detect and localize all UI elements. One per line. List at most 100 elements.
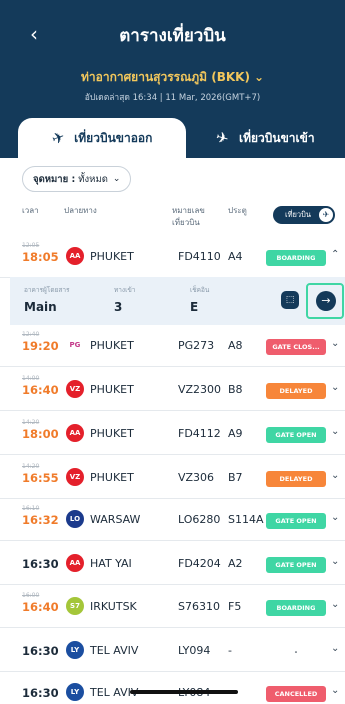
arrow-right-icon[interactable]: →: [316, 291, 336, 311]
checkin-label: เช็คอิน: [190, 286, 210, 294]
tab-arrivals[interactable]: ✈ เที่ยวบินขาเข้า: [186, 118, 345, 158]
status-badge: DELAYED: [266, 383, 326, 399]
chevron-down-icon[interactable]: ⌄: [331, 382, 339, 393]
scheduled-time: 12:40: [22, 331, 40, 338]
flight-row[interactable]: 12:05 18:05 AA PHUKET FD4110 A4 BOARDING ⌃: [0, 236, 345, 278]
destination: PHUKET: [90, 427, 134, 440]
flight-row[interactable]: 16:30 LY TEL AVIV LY094- - ⌄: [0, 630, 345, 672]
status-badge: GATE OPEN: [266, 513, 326, 529]
filter-value: ทั้งหมด: [78, 173, 108, 185]
col-gate: ประตู: [228, 206, 247, 215]
destination: HAT YAI: [90, 557, 132, 570]
entrance-value: 3: [114, 300, 123, 314]
scheduled-time: 12:05: [22, 242, 40, 249]
chevron-down-icon[interactable]: ⌄: [331, 685, 339, 696]
scheduled-time: 14:20: [22, 419, 40, 426]
flight-row[interactable]: 14:20 16:55 VZ PHUKET VZ306 B7 DELAYED ⌄: [0, 457, 345, 499]
entrance-label: ทางเข้า: [114, 286, 136, 294]
airline-logo-icon: S7: [66, 597, 84, 615]
flight-toggle[interactable]: เที่ยวบิน ✈: [273, 206, 335, 224]
terminal-value: Main: [24, 300, 57, 314]
scheduled-time: 14:00: [22, 375, 40, 382]
chevron-down-icon[interactable]: ⌄: [331, 643, 339, 654]
airline-logo-icon: VZ: [66, 380, 84, 398]
airline-logo-icon: AA: [66, 247, 84, 265]
plane-toggle-icon: ✈: [319, 208, 333, 222]
page-title: ตารางเที่ยวบิน: [119, 26, 226, 46]
chevron-down-icon[interactable]: ⌄: [331, 512, 339, 523]
flight-row[interactable]: 14:00 16:40 VZ PHUKET VZ2300 B8 DELAYED ⌄: [0, 369, 345, 411]
flight-row[interactable]: 16:00 16:40 S7 IRKUTSK S76310 F5 BOARDING ⌄: [0, 586, 345, 628]
flight-number: PG273: [178, 339, 215, 352]
scheduled-time: 16:00: [22, 592, 40, 599]
departure-plane-icon: ✈: [48, 127, 67, 149]
departure-time: 18:05: [22, 250, 59, 264]
tab-arrivals-label: เที่ยวบินขาเข้า: [238, 130, 315, 145]
flight-number: FD4204: [178, 557, 221, 570]
map-icon[interactable]: ⬚: [281, 291, 299, 309]
gate: B8: [228, 383, 243, 396]
destination: TEL AVIV: [90, 644, 139, 657]
destination: PHUKET: [90, 250, 134, 263]
checkin-value: E: [190, 300, 199, 314]
gate: A4: [228, 250, 243, 263]
departure-time: 16:30: [22, 644, 59, 658]
airline-logo-icon: VZ: [66, 468, 84, 486]
airline-logo-icon: LY: [66, 683, 84, 701]
status-badge: -: [266, 644, 326, 660]
scheduled-time: 14:20: [22, 463, 40, 470]
destination: PHUKET: [90, 471, 134, 484]
departure-time: 16:40: [22, 600, 59, 614]
departure-time: 18:00: [22, 427, 59, 441]
gate: A9: [228, 427, 243, 440]
gate: S114A: [228, 513, 264, 526]
destination: IRKUTSK: [90, 600, 137, 613]
destination: WARSAW: [90, 513, 141, 526]
col-destination: ปลายทาง: [64, 206, 97, 215]
gate: B7: [228, 471, 243, 484]
departure-time: 16:30: [22, 686, 59, 700]
chevron-down-icon[interactable]: ⌃: [331, 249, 339, 260]
chevron-down-icon[interactable]: ⌄: [331, 556, 339, 567]
flight-number: LO6280: [178, 513, 221, 526]
filter-label: จุดหมาย :: [33, 173, 76, 185]
status-badge: GATE OPEN: [266, 427, 326, 443]
flight-row[interactable]: 12:40 19:20 PG PHUKET PG273 A8 GATE CLOS... ⌄: [0, 325, 345, 367]
terminal-label: อาคารผู้โดยสาร: [24, 286, 70, 294]
arrival-plane-icon: ✈: [214, 127, 232, 149]
departure-time: 19:20: [22, 339, 59, 353]
airport-selector[interactable]: ท่าอากาศยานสุวรรณภูมิ (BKK) ⌄: [0, 68, 345, 87]
flight-row[interactable]: 16:30LYTEL AVIVLY084-CANCELLED⌄: [0, 672, 345, 704]
flight-number: VZ2300: [178, 383, 222, 396]
departure-time: 16:40: [22, 383, 59, 397]
chevron-down-icon[interactable]: ⌄: [331, 338, 339, 349]
gate: F5: [228, 600, 242, 613]
chevron-down-icon: ⌄: [112, 174, 121, 184]
departure-time: 16:32: [22, 513, 59, 527]
destination-filter[interactable]: จุดหมาย : ทั้งหมด ⌄: [22, 166, 132, 192]
col-flight: หมายเลข เที่ยวบิน: [172, 206, 205, 227]
flight-number: VZ306: [178, 471, 215, 484]
departure-time: 16:55: [22, 471, 59, 485]
flight-row[interactable]: 16:30 AA HAT YAI FD4204 A2 GATE OPEN ⌄: [0, 543, 345, 585]
status-badge: DELAYED: [266, 471, 326, 487]
flight-row[interactable]: 16:10 16:32 LO WARSAW LO6280 S114A GATE OPEN ⌄: [0, 499, 345, 541]
status-badge: GATE CLOS...: [266, 339, 326, 355]
highlight-frame: →: [306, 283, 344, 319]
header: ‹ ตารางเที่ยวบิน ท่าอากาศยานสุวรรณภูมิ (…: [0, 0, 345, 158]
airline-logo-icon: AA: [66, 554, 84, 572]
flight-row[interactable]: 14:20 18:00 AA PHUKET FD4112 A9 GATE OPEN ⌄: [0, 413, 345, 455]
destination: PHUKET: [90, 339, 134, 352]
chevron-down-icon[interactable]: ⌄: [331, 426, 339, 437]
last-updated: อัปเดตล่าสุด 16:34 | 11 Mar, 2026(GMT+7): [84, 93, 261, 103]
chevron-down-icon[interactable]: ⌄: [331, 599, 339, 610]
status-badge: BOARDING: [266, 600, 326, 616]
scheduled-time: 16:10: [22, 505, 40, 512]
flight-number: S76310: [178, 600, 220, 613]
destination: PHUKET: [90, 383, 134, 396]
gate: -: [228, 644, 232, 657]
flight-number: FD4110: [178, 250, 221, 263]
tab-departures[interactable]: ✈ เที่ยวบินขาออก: [18, 118, 186, 158]
gate: A2: [228, 557, 243, 570]
chevron-down-icon[interactable]: ⌄: [331, 470, 339, 481]
